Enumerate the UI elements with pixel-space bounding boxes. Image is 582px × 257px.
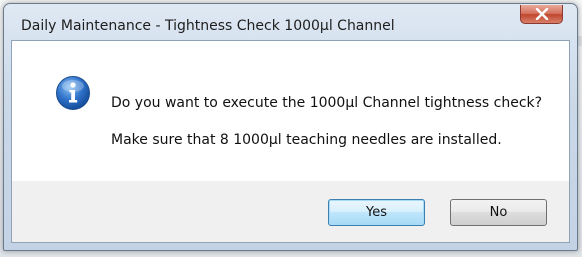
close-button[interactable] <box>520 5 563 24</box>
message-instruction: Make sure that 8 1000µl teaching needles… <box>111 132 502 148</box>
message-question: Do you want to execute the 1000µl Channe… <box>111 95 543 111</box>
info-icon <box>56 76 90 110</box>
dialog-title: Daily Maintenance - Tightness Check 1000… <box>21 18 395 34</box>
message-area: Do you want to execute the 1000µl Channe… <box>12 41 569 181</box>
close-icon <box>535 8 548 20</box>
dialog-body: Do you want to execute the 1000µl Channe… <box>11 40 570 243</box>
yes-button[interactable]: Yes <box>328 199 425 226</box>
message-dialog: Daily Maintenance - Tightness Check 1000… <box>3 3 578 251</box>
no-button[interactable]: No <box>450 199 547 226</box>
title-bar[interactable]: Daily Maintenance - Tightness Check 1000… <box>4 4 577 40</box>
